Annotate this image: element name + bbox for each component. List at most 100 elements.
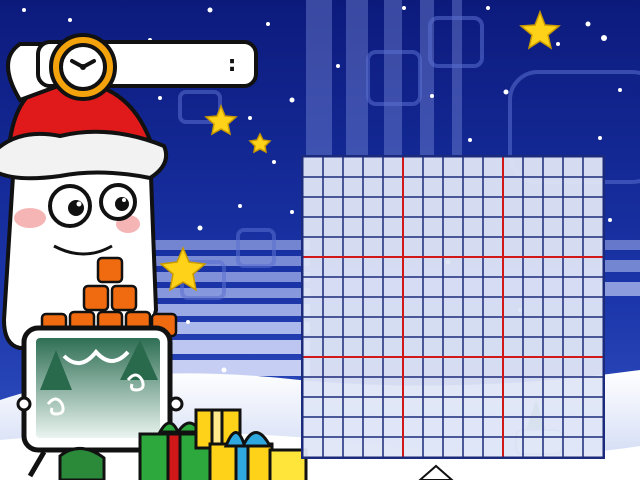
grid-cell[interactable] [543,197,563,217]
grid-cell[interactable] [503,157,523,177]
grid-cell[interactable] [303,277,323,297]
grid-cell[interactable] [403,217,423,237]
grid-cell[interactable] [303,237,323,257]
grid-cell[interactable] [383,277,403,297]
grid-cell[interactable] [463,337,483,357]
grid-cell[interactable] [583,337,603,357]
grid-cell[interactable] [583,437,603,457]
grid-cell[interactable] [503,317,523,337]
grid-cell[interactable] [563,257,583,277]
grid-cell[interactable] [463,417,483,437]
grid-cell[interactable] [403,397,423,417]
grid-cell[interactable] [483,157,503,177]
grid-cell[interactable] [403,297,423,317]
grid-cell[interactable] [523,437,543,457]
grid-cell[interactable] [583,157,603,177]
grid-cell[interactable] [443,197,463,217]
grid-cell[interactable] [323,177,343,197]
grid-cell[interactable] [323,297,343,317]
grid-cell[interactable] [563,417,583,437]
grid-cell[interactable] [463,357,483,377]
grid-cell[interactable] [343,257,363,277]
grid-cell[interactable] [423,237,443,257]
grid-cell[interactable] [403,417,423,437]
grid-cell[interactable] [483,417,503,437]
grid-cell[interactable] [403,337,423,357]
grid-cell[interactable] [363,397,383,417]
grid-cell[interactable] [443,417,463,437]
grid-cell[interactable] [363,217,383,237]
grid-cell[interactable] [303,357,323,377]
grid-cell[interactable] [363,197,383,217]
grid-cell[interactable] [463,297,483,317]
grid-cell[interactable] [543,397,563,417]
grid-cell[interactable] [583,297,603,317]
grid-cell[interactable] [563,397,583,417]
grid-cell[interactable] [483,377,503,397]
grid-cell[interactable] [443,277,463,297]
grid-cell[interactable] [483,337,503,357]
grid-cell[interactable] [483,297,503,317]
grid-cell[interactable] [503,257,523,277]
grid-cell[interactable] [323,157,343,177]
grid-cell[interactable] [483,217,503,237]
grid-cell[interactable] [383,197,403,217]
grid-cell[interactable] [383,177,403,197]
grid-cell[interactable] [343,177,363,197]
grid-cell[interactable] [383,377,403,397]
grid-cell[interactable] [303,437,323,457]
grid-cell[interactable] [563,337,583,357]
grid-cell[interactable] [363,317,383,337]
grid-cell[interactable] [403,437,423,457]
grid-cell[interactable] [303,297,323,317]
grid-cell[interactable] [463,197,483,217]
grid-cell[interactable] [543,257,563,277]
grid-cell[interactable] [583,277,603,297]
grid-cell[interactable] [483,197,503,217]
grid-cell[interactable] [523,297,543,317]
grid-cell[interactable] [583,237,603,257]
grid-cell[interactable] [583,397,603,417]
grid-cell[interactable] [503,337,523,357]
grid-cell[interactable] [503,217,523,237]
grid-cell[interactable] [543,297,563,317]
grid-cell[interactable] [483,177,503,197]
grid-cell[interactable] [483,277,503,297]
grid-cell[interactable] [323,277,343,297]
grid-cell[interactable] [583,217,603,237]
grid-cell[interactable] [423,357,443,377]
grid-cell[interactable] [583,257,603,277]
grid-cell[interactable] [383,237,403,257]
grid-cell[interactable] [343,417,363,437]
grid-cell[interactable] [343,337,363,357]
grid-cell[interactable] [523,417,543,437]
grid-cell[interactable] [403,317,423,337]
grid-cell[interactable] [323,317,343,337]
grid-cell[interactable] [343,237,363,257]
grid-cell[interactable] [443,177,463,197]
grid-cell[interactable] [303,377,323,397]
grid-cell[interactable] [543,417,563,437]
grid-cell[interactable] [423,317,443,337]
grid-cell[interactable] [423,437,443,457]
grid-cell[interactable] [463,237,483,257]
grid-cell[interactable] [563,237,583,257]
grid-cell[interactable] [323,417,343,437]
grid-cell[interactable] [403,177,423,197]
grid-cell[interactable] [563,277,583,297]
grid-cell[interactable] [503,377,523,397]
grid-cell[interactable] [543,317,563,337]
grid-cell[interactable] [403,157,423,177]
grid-cell[interactable] [323,217,343,237]
grid-cell[interactable] [543,377,563,397]
grid-cell[interactable] [483,237,503,257]
grid-cell[interactable] [563,357,583,377]
grid-cell[interactable] [343,197,363,217]
grid-cell[interactable] [423,217,443,237]
grid-cell[interactable] [443,377,463,397]
grid-cell[interactable] [523,397,543,417]
grid-cell[interactable] [483,437,503,457]
grid-cell[interactable] [383,217,403,237]
grid-cell[interactable] [423,297,443,317]
grid-cell[interactable] [563,297,583,317]
